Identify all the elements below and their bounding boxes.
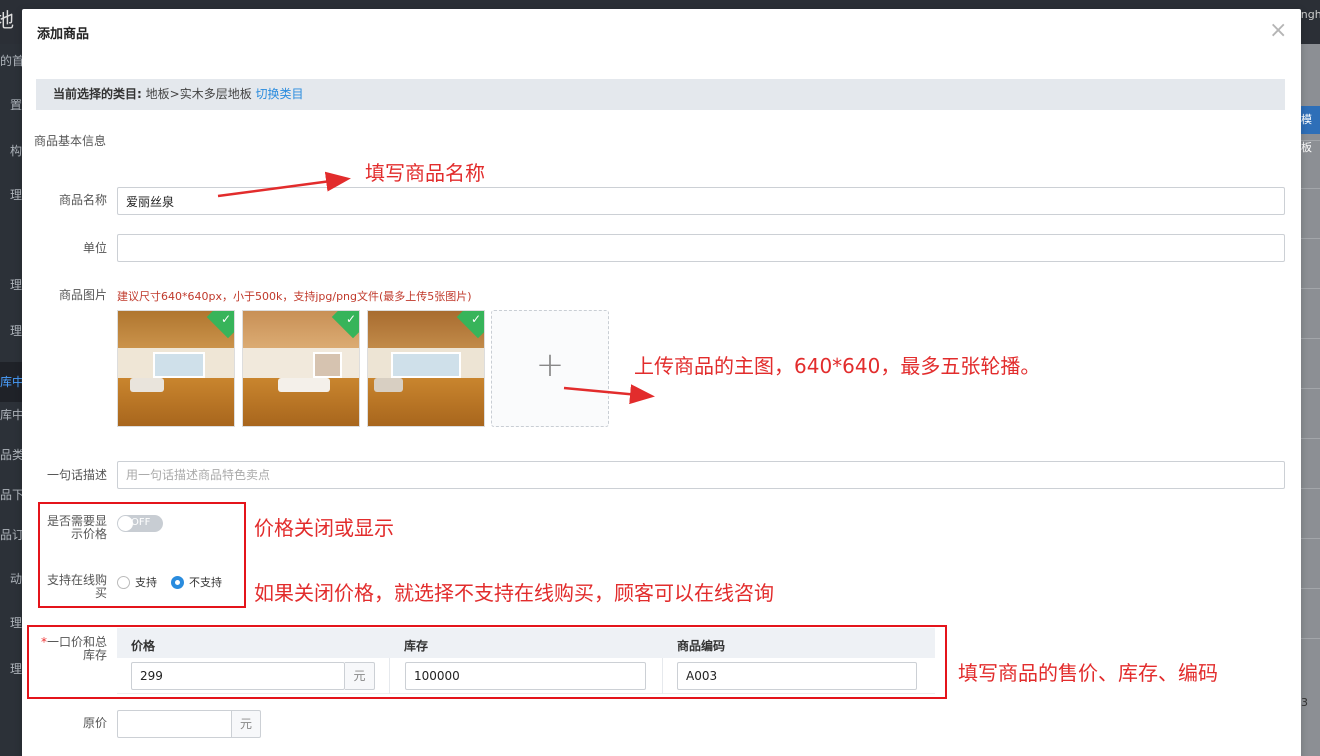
upload-image-button[interactable]: + xyxy=(491,310,609,427)
description-label: 一句话描述 xyxy=(46,468,107,482)
background-nav-item: 理 xyxy=(9,616,22,630)
background-nav-item: 理 xyxy=(9,278,22,292)
annotation-image-note: 上传商品的主图，640*640，最多五张轮播。 xyxy=(634,354,1041,378)
background-nav-item: 理 xyxy=(9,188,22,202)
category-bar: 当前选择的类目: 地板>实木多层地板 切换类目 xyxy=(36,79,1285,110)
check-icon: ✓ xyxy=(470,312,481,326)
background-pagination: 3 xyxy=(1301,696,1308,709)
annotation-table-note: 填写商品的售价、库存、编码 xyxy=(958,661,1218,685)
annotation-box-price-table xyxy=(27,625,947,699)
background-nav-item: 置 xyxy=(9,98,22,112)
category-path: 地板>实木多层地板 xyxy=(145,87,252,101)
annotation-price-toggle-note: 价格关闭或显示 xyxy=(254,516,394,540)
background-nav-item: 品类 xyxy=(0,448,22,462)
background-nav-item: 动 xyxy=(9,572,22,586)
description-input[interactable] xyxy=(117,461,1285,489)
room-photo-3 xyxy=(368,311,484,426)
check-icon: ✓ xyxy=(220,312,231,326)
original-price-input[interactable] xyxy=(117,710,232,738)
background-nav-item-active: 库中 xyxy=(0,362,22,402)
annotation-box-price-options xyxy=(38,502,246,608)
background-nav-item: 品订 xyxy=(0,528,22,542)
product-name-input[interactable] xyxy=(117,187,1285,215)
background-nav-item: 品下 xyxy=(0,488,22,502)
background-nav-item: 理 xyxy=(9,324,22,338)
product-images-label: 商品图片 xyxy=(58,288,107,302)
close-icon[interactable]: × xyxy=(1269,20,1287,42)
room-photo-1 xyxy=(118,311,234,426)
original-price-label: 原价 xyxy=(82,716,107,730)
modal-title: 添加商品 xyxy=(37,27,90,42)
plus-icon: + xyxy=(535,345,565,385)
background-nav-item: 的首 xyxy=(0,54,22,68)
product-image-thumbnail[interactable]: ✓ xyxy=(367,310,485,427)
room-photo-2 xyxy=(243,311,359,426)
product-image-thumbnail[interactable]: ✓ xyxy=(242,310,360,427)
original-price-unit-addon: 元 xyxy=(232,710,261,738)
background-nav-item: 库中 xyxy=(0,408,22,422)
annotation-online-note: 如果关闭价格，就选择不支持在线购买，顾客可以在线咨询 xyxy=(254,581,774,605)
background-sidebar: 的首 置 构 理 理 理 库中 库中 品类 品下 品订 动 理 理 xyxy=(0,44,22,756)
product-name-label: 商品名称 xyxy=(58,193,107,207)
check-icon: ✓ xyxy=(345,312,356,326)
background-template-button: 模板 xyxy=(1301,106,1320,154)
image-size-hint: 建议尺寸640*640px，小于500k，支持jpg/png文件(最多上传5张图… xyxy=(117,290,472,303)
background-logo: 地 xyxy=(0,8,14,32)
switch-category-link[interactable]: 切换类目 xyxy=(256,87,304,101)
background-content-edge: 模板 xyxy=(1301,44,1320,756)
background-nav-item: 理 xyxy=(9,662,22,676)
unit-label: 单位 xyxy=(82,241,107,255)
unit-input[interactable] xyxy=(117,234,1285,262)
annotation-name-note: 填写商品名称 xyxy=(365,161,485,185)
category-label: 当前选择的类目: xyxy=(53,87,142,101)
background-nav-item: 构 xyxy=(9,144,22,158)
product-image-thumbnail[interactable]: ✓ xyxy=(117,310,235,427)
section-basic-info: 商品基本信息 xyxy=(33,134,106,148)
